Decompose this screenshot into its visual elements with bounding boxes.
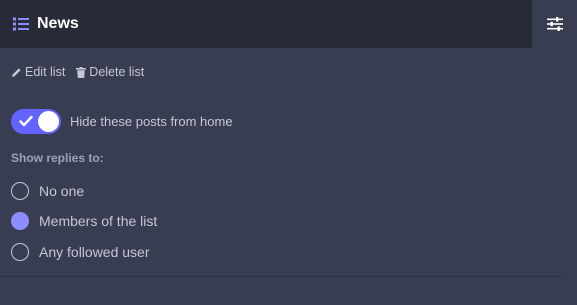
radio-label: No one	[39, 183, 85, 199]
column-settings-button[interactable]	[532, 0, 577, 48]
list-icon	[13, 17, 29, 31]
radio-option-members[interactable]: Members of the list	[11, 212, 157, 230]
column-header: News	[0, 0, 577, 48]
radio-button-checked[interactable]	[11, 212, 29, 230]
settings-content: Edit list Delete list Hide these posts f…	[0, 48, 562, 277]
radio-button[interactable]	[11, 243, 29, 261]
hide-from-home-setting: Hide these posts from home	[11, 109, 233, 134]
toggle-knob	[38, 111, 59, 132]
check-icon	[19, 115, 33, 127]
edit-list-button[interactable]: Edit list	[11, 65, 65, 79]
replies-section-label: Show replies to:	[11, 151, 104, 165]
delete-list-button[interactable]: Delete list	[76, 65, 144, 79]
radio-label: Any followed user	[39, 244, 150, 260]
pencil-icon	[12, 67, 21, 77]
hide-from-home-toggle[interactable]	[11, 109, 61, 134]
edit-list-label: Edit list	[25, 65, 66, 79]
sliders-icon	[546, 17, 563, 31]
radio-button[interactable]	[11, 182, 29, 200]
delete-list-label: Delete list	[89, 65, 145, 79]
radio-option-any-followed[interactable]: Any followed user	[11, 243, 150, 261]
radio-option-no-one[interactable]: No one	[11, 182, 84, 200]
radio-label: Members of the list	[39, 213, 158, 229]
trash-icon	[76, 66, 87, 78]
column-settings-panel: Edit list Delete list Hide these posts f…	[0, 48, 577, 305]
column-title-button[interactable]: News	[0, 0, 532, 48]
page-title: News	[37, 15, 79, 32]
list-actions: Edit list Delete list	[11, 65, 144, 79]
hide-from-home-label: Hide these posts from home	[70, 114, 233, 129]
